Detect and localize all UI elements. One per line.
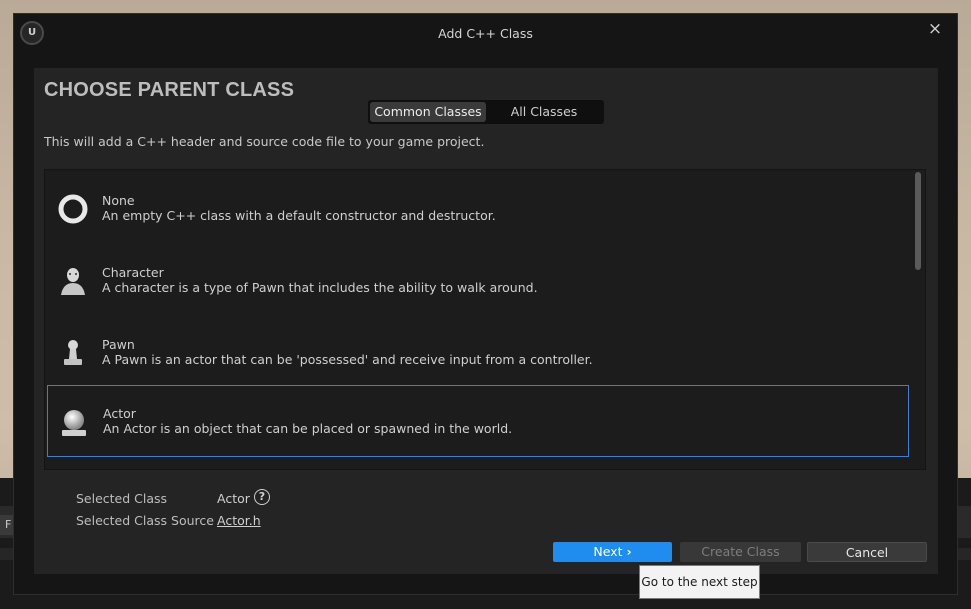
selected-class-value: Actor xyxy=(217,491,250,506)
list-scrollbar[interactable] xyxy=(914,172,922,468)
next-button-label: Next xyxy=(593,544,623,559)
class-filter-toggle: Common Classes All Classes xyxy=(368,100,604,124)
dialog-title: Add C++ Class xyxy=(438,26,533,41)
tab-common-classes[interactable]: Common Classes xyxy=(370,102,486,122)
class-name: Character xyxy=(102,265,164,280)
class-description: A character is a type of Pawn that inclu… xyxy=(102,280,538,295)
selected-class-source-label: Selected Class Source xyxy=(76,513,214,528)
page-title: CHOOSE PARENT CLASS xyxy=(44,79,295,101)
class-name: Actor xyxy=(103,406,136,421)
scrollbar-thumb[interactable] xyxy=(915,172,921,270)
editor-edge-tab[interactable]: F xyxy=(0,515,14,535)
cancel-button[interactable]: Cancel xyxy=(807,542,927,562)
character-icon xyxy=(61,268,85,295)
close-button[interactable]: × xyxy=(926,20,944,38)
list-item-actor[interactable]: Actor An Actor is an object that can be … xyxy=(47,385,909,457)
chevron-right-icon: › xyxy=(626,544,632,559)
parent-class-list: None An empty C++ class with a default c… xyxy=(44,169,926,470)
class-name: None xyxy=(102,193,135,208)
selected-class-label: Selected Class xyxy=(76,491,168,506)
class-name: Pawn xyxy=(102,337,135,352)
class-description: An empty C++ class with a default constr… xyxy=(102,208,496,223)
choose-parent-class-panel: CHOOSE PARENT CLASS Common Classes All C… xyxy=(34,68,938,574)
next-button[interactable]: Next › xyxy=(553,542,672,562)
list-item-pawn[interactable]: Pawn A Pawn is an actor that can be 'pos… xyxy=(47,317,909,387)
create-class-button[interactable]: Create Class xyxy=(680,542,801,562)
panel-description: This will add a C++ header and source co… xyxy=(44,134,485,149)
tab-all-classes[interactable]: All Classes xyxy=(486,102,602,122)
add-cpp-class-dialog: U Add C++ Class × CHOOSE PARENT CLASS Co… xyxy=(13,13,958,595)
class-description: A Pawn is an actor that can be 'possesse… xyxy=(102,352,593,367)
list-item-character[interactable]: Character A character is a type of Pawn … xyxy=(47,245,909,315)
actor-sphere-icon xyxy=(62,410,86,436)
selected-class-source-link[interactable]: Actor.h xyxy=(217,513,261,528)
dialog-titlebar[interactable]: U Add C++ Class × xyxy=(14,14,957,54)
list-item-none[interactable]: None An empty C++ class with a default c… xyxy=(47,173,909,243)
class-description: An Actor is an object that can be placed… xyxy=(103,421,513,436)
pawn-icon xyxy=(64,340,82,365)
next-button-tooltip: Go to the next step xyxy=(639,565,760,599)
help-icon[interactable]: ? xyxy=(254,489,270,505)
none-ring-icon xyxy=(58,194,88,224)
